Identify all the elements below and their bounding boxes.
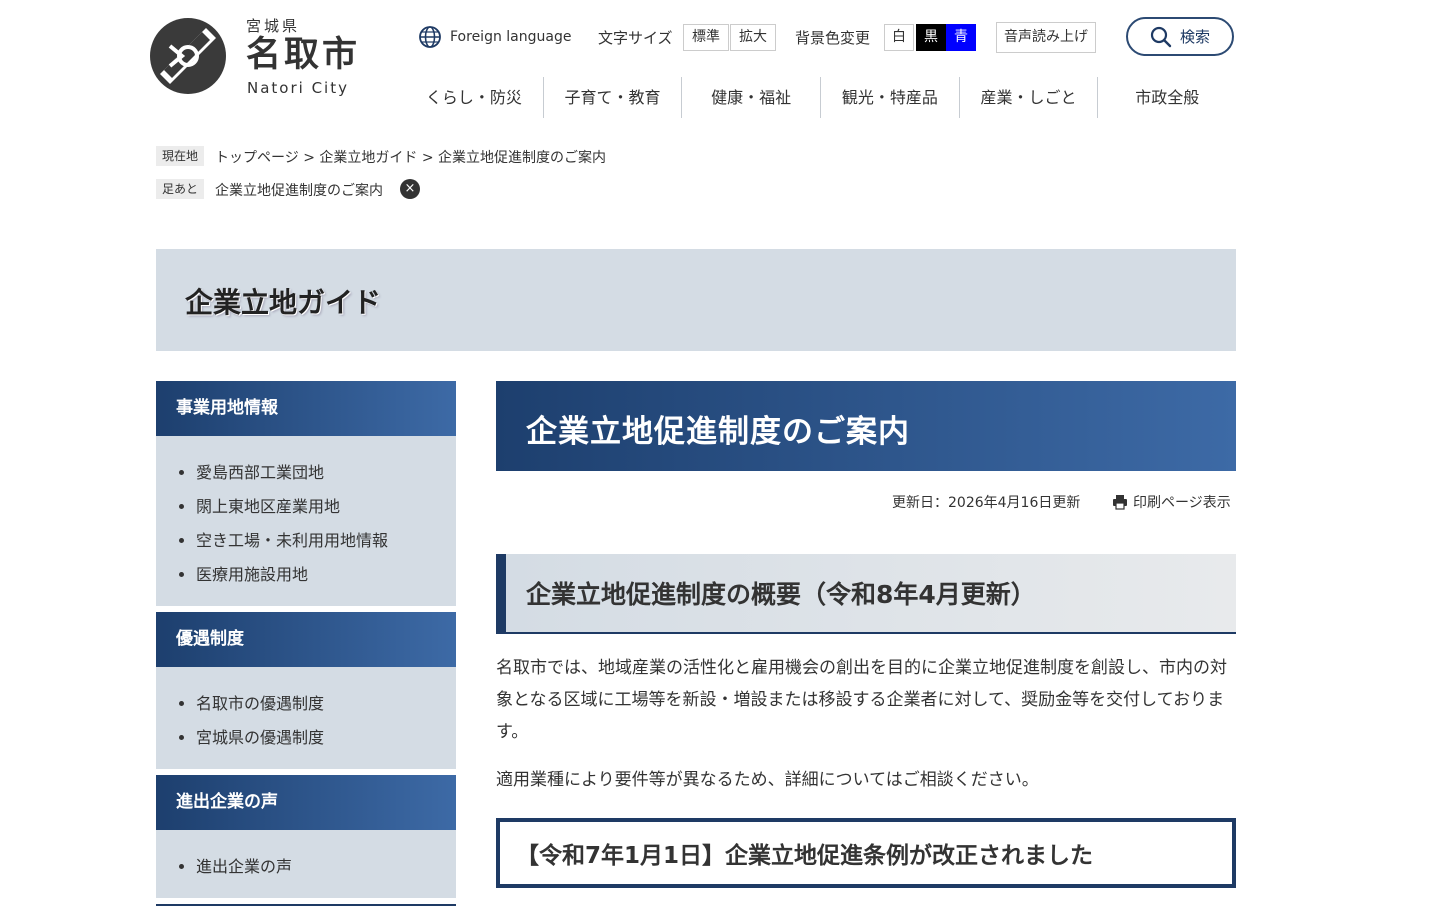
gnav-kenko[interactable]: 健康・福祉: [681, 77, 820, 118]
sidebar-link[interactable]: 愛島西部工業団地: [196, 463, 324, 482]
gnav-kanko[interactable]: 観光・特産品: [820, 77, 959, 118]
sidebar-item: 進出企業の声: [196, 850, 456, 884]
natori-logo-icon[interactable]: [148, 16, 228, 96]
sidebar-link[interactable]: 空き工場・未利用用地情報: [196, 531, 388, 550]
read-aloud-button[interactable]: 音声読み上げ: [996, 22, 1096, 53]
gnav-shisei[interactable]: 市政全般: [1097, 77, 1236, 118]
updated-date: 更新日：2026年4月16日更新: [892, 495, 1081, 511]
sidebar-item: 医療用施設用地: [196, 558, 456, 592]
sidebar-list: 愛島西部工業団地 閖上東地区産業用地 空き工場・未利用用地情報 医療用施設用地: [156, 436, 456, 606]
ashiato-link[interactable]: 企業立地促進制度のご案内: [215, 180, 383, 200]
sidebar-heading[interactable]: 優遇制度: [156, 612, 456, 667]
font-size-large-button[interactable]: 拡大: [730, 24, 776, 51]
sidebar-list: 名取市の優遇制度 宮城県の優遇制度: [156, 667, 456, 769]
search-icon: [1150, 26, 1172, 47]
category-banner: 企業立地ガイド: [156, 249, 1236, 351]
gnav-sangyo[interactable]: 産業・しごと: [958, 77, 1098, 118]
sidebar-group: 優遇制度 名取市の優遇制度 宮城県の優遇制度: [156, 612, 456, 769]
globe-icon: [419, 26, 441, 48]
page-title: 企業立地促進制度のご案内: [526, 414, 910, 450]
city-name-logo[interactable]: 名取市: [246, 35, 360, 75]
close-icon[interactable]: ×: [400, 179, 420, 199]
foreign-language-label: Foreign language: [450, 29, 572, 45]
breadcrumb-separator: >: [303, 150, 315, 166]
subsection-heading: 【令和7年1月1日】企業立地促進条例が改正されました: [516, 843, 1094, 869]
breadcrumb-separator: >: [421, 150, 434, 166]
sidebar-link[interactable]: 閖上東地区産業用地: [196, 497, 340, 516]
print-page-link[interactable]: 印刷ページ表示: [1112, 492, 1231, 512]
search-button[interactable]: 検索: [1126, 17, 1234, 56]
city-name-en: Natori City: [247, 79, 349, 97]
section-heading: 企業立地促進制度の概要（令和8年4月更新）: [526, 580, 1036, 609]
current-location-tag: 現在地: [156, 146, 204, 166]
sidebar-list: 進出企業の声: [156, 830, 456, 898]
ashiato-tag: 足あと: [156, 179, 204, 199]
body-paragraph: 名取市では、地域産業の活性化と雇用機会の創出を目的に企業立地促進制度を創設し、市…: [496, 658, 1227, 742]
sidebar-heading[interactable]: 進出企業の声: [156, 775, 456, 830]
body-paragraph: 適用業種により要件等が異なるため、詳細についてはご相談ください。: [496, 770, 1039, 790]
sidebar-heading[interactable]: 事業用地情報: [156, 381, 456, 436]
sidebar-link[interactable]: 名取市の優遇制度: [196, 694, 324, 713]
breadcrumb-current: 企業立地促進制度のご案内: [438, 150, 607, 166]
gnav-kurashi[interactable]: くらし・防災: [405, 77, 543, 118]
sidebar-link[interactable]: 医療用施設用地: [196, 565, 308, 584]
sidebar-item: 愛島西部工業団地: [196, 456, 456, 490]
font-size-standard-button[interactable]: 標準: [683, 24, 729, 51]
bg-white-button[interactable]: 白: [884, 24, 914, 51]
breadcrumb-guide[interactable]: 企業立地ガイド: [319, 150, 417, 166]
print-page-label[interactable]: 印刷ページ表示: [1133, 492, 1231, 512]
subsection-heading-box: 【令和7年1月1日】企業立地促進条例が改正されました: [496, 818, 1236, 888]
sidebar-item: 宮城県の優遇制度: [196, 721, 456, 755]
sidebar-item: 閖上東地区産業用地: [196, 490, 456, 524]
section-heading-box: 企業立地促進制度の概要（令和8年4月更新）: [496, 554, 1236, 634]
foreign-language-link[interactable]: Foreign language: [418, 25, 571, 49]
global-nav: くらし・防災 子育て・教育 健康・福祉 観光・特産品 産業・しごと 市政全般: [405, 77, 1236, 118]
printer-icon: [1113, 495, 1127, 510]
search-label: 検索: [1179, 28, 1210, 46]
breadcrumb: トップページ > 企業立地ガイド > 企業立地促進制度のご案内: [215, 147, 606, 167]
prefecture-label: 宮城県: [246, 17, 301, 35]
sidebar-group: 事業用地情報 愛島西部工業団地 閖上東地区産業用地 空き工場・未利用用地情報 医…: [156, 381, 456, 606]
font-size-label: 文字サイズ: [598, 29, 673, 47]
sidebar-item: 空き工場・未利用用地情報: [196, 524, 456, 558]
bg-color-label: 背景色変更: [795, 29, 871, 47]
bg-black-button[interactable]: 黒: [916, 24, 946, 51]
bg-blue-button[interactable]: 青: [946, 24, 976, 51]
sidebar-link[interactable]: 宮城県の優遇制度: [196, 728, 324, 747]
breadcrumb-top[interactable]: トップページ: [215, 150, 299, 166]
sidebar-group: 進出企業の声 進出企業の声: [156, 775, 456, 898]
banner-title: 企業立地ガイド: [185, 286, 382, 319]
sidebar-link[interactable]: 進出企業の声: [196, 857, 292, 876]
gnav-kosodate[interactable]: 子育て・教育: [542, 77, 682, 118]
page-title-box: 企業立地促進制度のご案内: [496, 381, 1236, 471]
sidebar-item: 名取市の優遇制度: [196, 687, 456, 721]
